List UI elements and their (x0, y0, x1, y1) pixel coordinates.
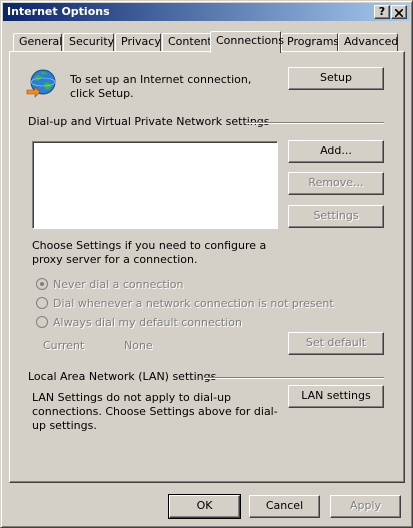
close-icon (394, 8, 404, 18)
radio-always-dial[interactable] (36, 316, 48, 328)
apply-button[interactable]: Apply (330, 495, 401, 518)
help-button[interactable]: ? (374, 5, 390, 19)
setup-description: To set up an Internet connection, click … (70, 73, 252, 100)
set-default-button[interactable]: Set default (288, 332, 384, 355)
current-label: Current (43, 339, 85, 352)
tab-privacy[interactable]: Privacy (115, 33, 161, 52)
close-button[interactable] (391, 5, 407, 19)
proxy-description: Choose Settings if you need to configure… (32, 239, 267, 266)
radio-dial-when-no-network[interactable] (36, 297, 48, 309)
settings-button[interactable]: Settings (288, 205, 384, 228)
setup-button[interactable]: Setup (288, 67, 384, 90)
connections-list[interactable] (32, 141, 278, 229)
radio-never-dial-label: Never dial a connection (53, 278, 184, 291)
tab-programs[interactable]: Programs (281, 33, 339, 52)
lan-description: LAN Settings do not apply to dial-up con… (32, 391, 278, 432)
cancel-button[interactable]: Cancel (249, 495, 320, 518)
title-bar[interactable]: Internet Options ? (3, 3, 410, 21)
tab-content[interactable]: Content (162, 33, 212, 52)
connections-panel: To set up an Internet connection, click … (9, 51, 405, 483)
divider (246, 122, 384, 124)
window-title: Internet Options (7, 5, 110, 18)
radio-never-dial[interactable] (36, 278, 48, 290)
divider (204, 377, 384, 379)
globe-connection-icon (26, 69, 56, 98)
tab-advanced[interactable]: Advanced (338, 33, 398, 52)
remove-button[interactable]: Remove... (288, 172, 384, 195)
radio-dial-when-no-network-label: Dial whenever a network connection is no… (53, 297, 334, 310)
lan-settings-button[interactable]: LAN settings (288, 385, 384, 408)
tab-general[interactable]: General (13, 33, 62, 52)
tab-connections[interactable]: Connections (210, 31, 284, 53)
lan-group-label: Local Area Network (LAN) settings (28, 370, 217, 383)
tab-strip: General Security Privacy Content Connect… (10, 31, 406, 53)
dialup-group-label: Dial-up and Virtual Private Network sett… (28, 115, 270, 128)
ok-button[interactable]: OK (168, 494, 241, 519)
tab-security[interactable]: Security (63, 33, 114, 52)
internet-options-dialog: Internet Options ? General Security Priv… (0, 0, 413, 528)
current-value: None (124, 339, 153, 352)
add-button[interactable]: Add... (288, 140, 384, 163)
radio-always-dial-label: Always dial my default connection (53, 316, 242, 329)
